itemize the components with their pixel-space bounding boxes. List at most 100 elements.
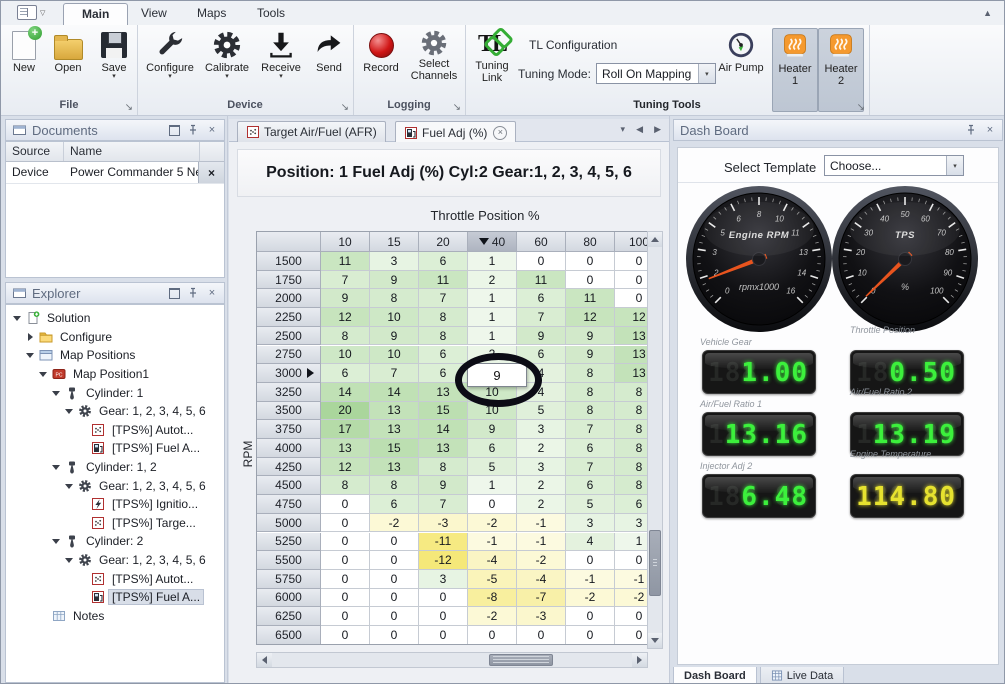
- collapse-arrow-icon[interactable]: [24, 349, 37, 361]
- cell-edit-box[interactable]: 9: [467, 363, 527, 387]
- row-header-6500[interactable]: 6500: [257, 626, 321, 645]
- maximize-icon[interactable]: [168, 287, 180, 299]
- grid-cell[interactable]: 9: [321, 289, 370, 308]
- grid-cell[interactable]: 0: [517, 626, 566, 645]
- column-header-source[interactable]: Source: [6, 142, 64, 161]
- grid-cell[interactable]: 0: [468, 626, 517, 645]
- grid-cell[interactable]: 9: [468, 420, 517, 439]
- grid-cell[interactable]: 9: [517, 327, 566, 346]
- scroll-tabs-left-icon[interactable]: ◀: [636, 124, 643, 135]
- template-select[interactable]: Choose... ▾: [824, 155, 964, 176]
- grid-cell[interactable]: 1: [615, 533, 648, 552]
- tree-item[interactable]: Cylinder: 1, 2: [6, 458, 224, 477]
- grid-cell[interactable]: 1: [468, 308, 517, 327]
- grid-cell[interactable]: -3: [517, 607, 566, 626]
- row-header-3250[interactable]: 3250: [257, 383, 321, 402]
- grid-cell[interactable]: 12: [566, 308, 615, 327]
- grid-cell[interactable]: 13: [419, 439, 468, 458]
- tab-dash-board[interactable]: Dash Board: [673, 667, 757, 684]
- column-header-40[interactable]: 40: [468, 232, 517, 252]
- grid-cell[interactable]: 10: [468, 402, 517, 421]
- grid-cell[interactable]: 0: [615, 289, 648, 308]
- tree-item[interactable]: [TPS%] Fuel A...: [6, 588, 224, 607]
- grid-cell[interactable]: 13: [321, 439, 370, 458]
- close-tab-icon[interactable]: ×: [493, 126, 507, 140]
- row-header-5250[interactable]: 5250: [257, 533, 321, 552]
- grid-cell[interactable]: 4: [566, 533, 615, 552]
- grid-cell[interactable]: 2: [468, 271, 517, 290]
- tree-item[interactable]: Map Positions: [6, 346, 224, 365]
- vertical-scroll-thumb[interactable]: [649, 530, 661, 596]
- row-header-3000[interactable]: 3000: [257, 364, 321, 383]
- grid-cell[interactable]: 13: [419, 383, 468, 402]
- grid-cell[interactable]: 8: [566, 383, 615, 402]
- collapse-arrow-icon[interactable]: [50, 461, 63, 473]
- grid-cell[interactable]: 8: [370, 289, 419, 308]
- receive-button[interactable]: Receive ▾: [257, 28, 305, 80]
- horizontal-scroll-thumb[interactable]: [489, 654, 553, 666]
- tree-item[interactable]: Solution: [6, 309, 224, 328]
- collapse-arrow-icon[interactable]: [37, 368, 50, 380]
- grid-cell[interactable]: 7: [419, 495, 468, 514]
- grid-cell[interactable]: 0: [615, 551, 648, 570]
- row-header-4500[interactable]: 4500: [257, 476, 321, 495]
- tree-item[interactable]: [TPS%] Ignitio...: [6, 495, 224, 514]
- grid-cell[interactable]: 12: [321, 458, 370, 477]
- column-header-80[interactable]: 80: [566, 232, 615, 252]
- grid-cell[interactable]: 0: [321, 495, 370, 514]
- grid-cell[interactable]: 0: [321, 570, 370, 589]
- grid-cell[interactable]: 6: [321, 364, 370, 383]
- grid-cell[interactable]: 3: [517, 458, 566, 477]
- configure-button[interactable]: Configure ▾: [143, 28, 197, 80]
- column-header-100[interactable]: 100: [615, 232, 648, 252]
- grid-cell[interactable]: 0: [321, 626, 370, 645]
- grid-cell[interactable]: 13: [370, 402, 419, 421]
- dialog-launcher-icon[interactable]: ↘: [341, 103, 349, 113]
- collapse-arrow-icon[interactable]: [50, 387, 63, 399]
- record-button[interactable]: Record: [359, 28, 403, 74]
- grid-cell[interactable]: 3: [615, 514, 648, 533]
- grid-cell[interactable]: 7: [566, 420, 615, 439]
- grid-cell[interactable]: 3: [370, 252, 419, 271]
- grid-cell[interactable]: -11: [419, 533, 468, 552]
- grid-cell[interactable]: 6: [566, 476, 615, 495]
- tree-item[interactable]: Gear: 1, 2, 3, 4, 5, 6: [6, 551, 224, 570]
- collapse-arrow-icon[interactable]: [50, 535, 63, 547]
- grid-cell[interactable]: 13: [615, 364, 648, 383]
- ribbon-collapse-icon[interactable]: ▲: [983, 8, 992, 18]
- tab-list-icon[interactable]: ▾: [620, 124, 625, 135]
- tuning-mode-select[interactable]: Roll On Mapping ▾: [596, 63, 716, 84]
- grid-cell[interactable]: 6: [517, 289, 566, 308]
- grid-cell[interactable]: 2: [517, 439, 566, 458]
- grid-cell[interactable]: 0: [370, 570, 419, 589]
- horizontal-scrollbar[interactable]: [256, 652, 648, 668]
- grid-cell[interactable]: 7: [321, 271, 370, 290]
- grid-cell[interactable]: 6: [419, 252, 468, 271]
- row-header-6000[interactable]: 6000: [257, 589, 321, 608]
- grid-cell[interactable]: 6: [615, 495, 648, 514]
- grid-cell[interactable]: 6: [370, 495, 419, 514]
- tab-fuel-adj[interactable]: Fuel Adj (%) ×: [395, 121, 516, 143]
- expand-arrow-icon[interactable]: [24, 331, 37, 343]
- grid-cell[interactable]: 9: [566, 346, 615, 365]
- close-icon[interactable]: ×: [984, 124, 996, 136]
- grid-cell[interactable]: -2: [370, 514, 419, 533]
- grid-cell[interactable]: 17: [321, 420, 370, 439]
- scroll-up-icon[interactable]: [648, 232, 662, 247]
- grid-cell[interactable]: 13: [615, 327, 648, 346]
- chevron-down-icon[interactable]: ▽: [40, 9, 45, 17]
- tab-live-data[interactable]: Live Data: [760, 667, 844, 684]
- pin-icon[interactable]: [187, 124, 199, 136]
- column-header-name[interactable]: Name: [64, 142, 200, 161]
- grid-cell[interactable]: 0: [566, 551, 615, 570]
- grid-cell[interactable]: 11: [517, 271, 566, 290]
- grid-cell[interactable]: 0: [419, 589, 468, 608]
- grid-cell[interactable]: 9: [419, 476, 468, 495]
- grid-cell[interactable]: 6: [566, 439, 615, 458]
- grid-cell[interactable]: 8: [419, 458, 468, 477]
- grid-cell[interactable]: -1: [566, 570, 615, 589]
- grid-cell[interactable]: 0: [468, 495, 517, 514]
- column-header-15[interactable]: 15: [370, 232, 419, 252]
- row-header-2250[interactable]: 2250: [257, 308, 321, 327]
- grid-cell[interactable]: -1: [468, 533, 517, 552]
